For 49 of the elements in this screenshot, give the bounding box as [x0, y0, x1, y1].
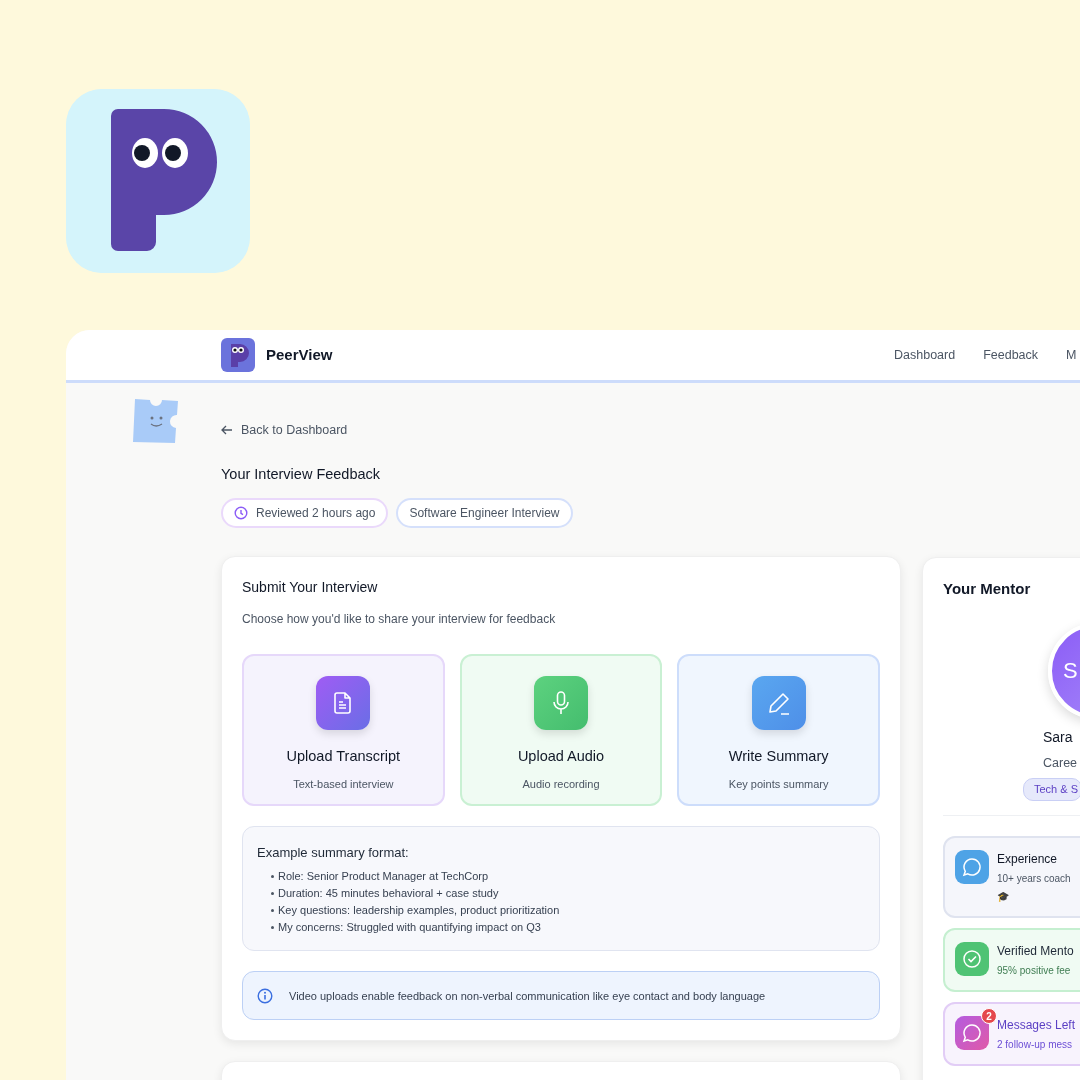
clock-icon [234, 505, 248, 520]
mentor-role: Caree [1043, 754, 1079, 772]
stat-title: Experience [997, 850, 1059, 868]
notice-text: Video uploads enable feedback on non-verbal communication like eye contact and body language [289, 988, 766, 1004]
option-title: Upload Audio [517, 746, 605, 766]
notification-badge: 2 [981, 1007, 997, 1024]
card-subtitle: Choose how you'd like to share your interview for feedback [242, 610, 557, 628]
microphone-icon [534, 675, 588, 730]
bullet-icon [271, 892, 274, 896]
option-subtitle: Key points summary [728, 776, 829, 792]
nav-link[interactable]: Dashboard [894, 345, 956, 365]
card-title: Submit Your Interview [242, 577, 379, 597]
option-card[interactable]: Upload Transcript Text-based interview [242, 653, 445, 806]
stat-text: 10+ years coach [997, 871, 1071, 886]
cap-emoji: 🎓 [997, 889, 1010, 904]
option-card[interactable]: Write Summary Key points summary [677, 653, 880, 806]
bullet-icon [271, 926, 274, 930]
nav-link[interactable]: Feedback [983, 345, 1039, 365]
stat-text: 2 follow-up mess [997, 1037, 1074, 1052]
option-subtitle: Text-based interview [293, 776, 394, 792]
option-card[interactable]: Upload Audio Audio recording [459, 653, 663, 806]
bullet-icon [271, 909, 274, 913]
back-arrow-icon [221, 425, 233, 435]
option-subtitle: Audio recording [522, 776, 600, 792]
back-link[interactable]: Back to Dashboard [221, 420, 348, 440]
example-item: Role: Senior Product Manager at TechCorp [278, 869, 489, 885]
nav-link[interactable]: M [1066, 345, 1077, 365]
stat-title: Messages Left [997, 1016, 1076, 1034]
option-title: Write Summary [728, 746, 829, 766]
example-title: Example summary format: [257, 843, 410, 862]
pencil-icon [751, 675, 806, 730]
mascot-icon [132, 397, 180, 445]
option-title: Upload Transcript [286, 746, 401, 766]
page-title: Your Interview Feedback [221, 465, 382, 484]
mentor-name: Sara [1043, 727, 1074, 747]
example-item: My concerns: Struggled with quantifying impact on Q3 [278, 920, 541, 936]
specialty-tag: Tech & S [1023, 778, 1080, 801]
logo-icon [221, 338, 255, 372]
example-item: Key questions: leadership examples, product prioritization [278, 903, 560, 919]
brand-name: PeerView [266, 344, 333, 365]
info-icon [257, 987, 273, 1004]
stat-text: 95% positive fee [997, 963, 1072, 978]
example-item: Duration: 45 minutes behavioral + case study [278, 886, 499, 902]
tag: Software Engineer Interview [396, 497, 573, 528]
tag: Reviewed 2 hours ago [221, 497, 389, 528]
stat-title: Verified Mento [997, 942, 1074, 960]
document-icon [316, 675, 371, 730]
bullet-icon [271, 875, 274, 879]
card-title: Your Mentor [943, 579, 1032, 599]
